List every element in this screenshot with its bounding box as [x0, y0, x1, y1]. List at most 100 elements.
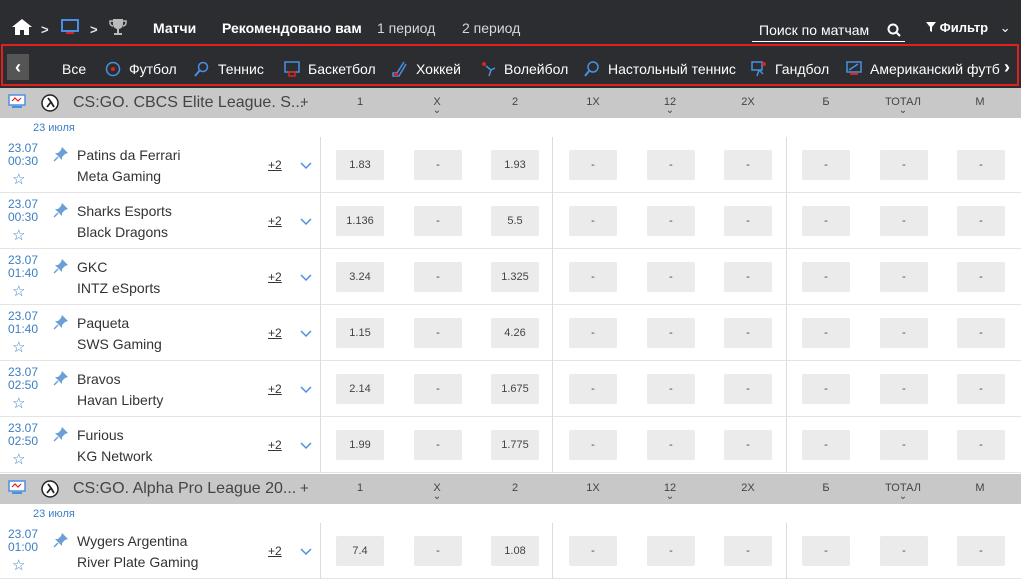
odds-button[interactable]: - [414, 150, 462, 180]
team-away[interactable]: INTZ eSports [77, 280, 160, 296]
star-icon[interactable]: ☆ [12, 284, 25, 299]
pin-icon[interactable] [53, 314, 69, 335]
sport-american-football[interactable]: Американский футб [846, 61, 1000, 77]
odds-button[interactable]: - [880, 262, 928, 292]
column-header[interactable]: ТОТАЛ ⌄ [873, 96, 933, 116]
league-header[interactable]: CS:GO. Alpha Pro League 20... + 1 X ⌄ 2 1… [0, 474, 1021, 504]
odds-button[interactable]: - [647, 150, 695, 180]
odds-button[interactable]: - [802, 318, 850, 348]
match-row[interactable]: 23.07 00:30 ☆ Patins da Ferrari Meta Gaming +… [0, 137, 1021, 193]
team-away[interactable]: Meta Gaming [77, 168, 161, 184]
sport-football[interactable]: Футбол [105, 61, 177, 77]
sport-table-tennis[interactable]: Настольный теннис [584, 61, 736, 77]
league-header[interactable]: CS:GO. CBCS Elite League. S... + 1 X ⌄ 2 … [0, 88, 1021, 118]
tab-matches[interactable]: Матчи [153, 20, 196, 36]
odds-button[interactable]: - [414, 536, 462, 566]
odds-button[interactable]: 1.93 [491, 150, 539, 180]
odds-button[interactable]: 1.08 [491, 536, 539, 566]
more-markets-link[interactable]: +2 [268, 270, 282, 284]
odds-button[interactable]: - [414, 206, 462, 236]
team-away[interactable]: Havan Liberty [77, 392, 163, 408]
more-markets-link[interactable]: +2 [268, 544, 282, 558]
odds-button[interactable]: - [957, 318, 1005, 348]
sport-all[interactable]: Все [62, 61, 86, 77]
sport-tennis[interactable]: Теннис [194, 61, 264, 77]
odds-button[interactable]: - [802, 150, 850, 180]
odds-button[interactable]: - [647, 318, 695, 348]
add-league-button[interactable]: + [300, 94, 309, 111]
odds-button[interactable]: - [414, 318, 462, 348]
team-home[interactable]: GKC [77, 259, 107, 275]
match-row[interactable]: 23.07 02:50 ☆ Furious KG Network +2 1.99-1.775… [0, 417, 1021, 473]
odds-button[interactable]: - [414, 374, 462, 404]
sport-volleyball[interactable]: Волейбол [480, 61, 568, 77]
trophy-icon[interactable] [108, 18, 128, 36]
odds-button[interactable]: - [880, 430, 928, 460]
odds-button[interactable]: - [569, 150, 617, 180]
chevron-down-icon[interactable] [300, 157, 312, 175]
odds-button[interactable]: - [569, 206, 617, 236]
pin-icon[interactable] [53, 202, 69, 223]
team-away[interactable]: River Plate Gaming [77, 554, 198, 570]
odds-button[interactable]: - [414, 262, 462, 292]
odds-button[interactable]: 1.83 [336, 150, 384, 180]
esports-icon[interactable] [60, 18, 80, 36]
column-header[interactable]: X ⌄ [407, 96, 467, 116]
odds-button[interactable]: - [880, 536, 928, 566]
chevron-down-icon[interactable] [300, 381, 312, 399]
odds-button[interactable]: - [880, 374, 928, 404]
team-home[interactable]: Furious [77, 427, 124, 443]
odds-button[interactable]: - [802, 206, 850, 236]
odds-button[interactable]: - [724, 318, 772, 348]
odds-button[interactable]: - [647, 262, 695, 292]
pin-icon[interactable] [53, 146, 69, 167]
odds-button[interactable]: - [880, 206, 928, 236]
sport-hockey[interactable]: Хоккей [392, 61, 461, 77]
odds-button[interactable]: - [724, 374, 772, 404]
chevron-down-icon[interactable] [300, 543, 312, 561]
scroll-left-button[interactable]: ‹ [7, 54, 29, 80]
odds-button[interactable]: - [957, 150, 1005, 180]
match-row[interactable]: 23.07 00:30 ☆ Sharks Esports Black Dragons +2… [0, 193, 1021, 249]
odds-button[interactable]: 1.136 [336, 206, 384, 236]
odds-button[interactable]: - [957, 206, 1005, 236]
column-header[interactable]: 12 ⌄ [640, 96, 700, 116]
odds-button[interactable]: - [569, 430, 617, 460]
tab-recommended[interactable]: Рекомендовано вам [222, 20, 362, 36]
odds-button[interactable]: 3.24 [336, 262, 384, 292]
odds-button[interactable]: - [802, 262, 850, 292]
team-away[interactable]: Black Dragons [77, 224, 168, 240]
add-league-button[interactable]: + [300, 480, 309, 497]
odds-button[interactable]: 1.15 [336, 318, 384, 348]
star-icon[interactable]: ☆ [12, 172, 25, 187]
star-icon[interactable]: ☆ [12, 396, 25, 411]
odds-button[interactable]: - [802, 374, 850, 404]
home-icon[interactable] [11, 18, 33, 36]
team-home[interactable]: Sharks Esports [77, 203, 172, 219]
odds-button[interactable]: - [957, 430, 1005, 460]
more-markets-link[interactable]: +2 [268, 326, 282, 340]
pin-icon[interactable] [53, 532, 69, 553]
chevron-down-icon[interactable] [300, 325, 312, 343]
match-row[interactable]: 23.07 01:40 ☆ GKC INTZ eSports +2 3.24-1.325- -… [0, 249, 1021, 305]
more-markets-link[interactable]: +2 [268, 214, 282, 228]
chevron-down-icon[interactable] [300, 437, 312, 455]
star-icon[interactable]: ☆ [12, 340, 25, 355]
odds-button[interactable]: 1.675 [491, 374, 539, 404]
team-home[interactable]: Bravos [77, 371, 121, 387]
search-input[interactable]: Поиск по матчам [752, 18, 905, 42]
more-markets-link[interactable]: +2 [268, 158, 282, 172]
odds-button[interactable]: 2.14 [336, 374, 384, 404]
odds-button[interactable]: - [569, 318, 617, 348]
pin-icon[interactable] [53, 370, 69, 391]
odds-button[interactable]: - [569, 536, 617, 566]
odds-button[interactable]: - [647, 206, 695, 236]
odds-button[interactable]: 1.99 [336, 430, 384, 460]
odds-button[interactable]: 5.5 [491, 206, 539, 236]
team-home[interactable]: Wygers Argentina [77, 533, 187, 549]
odds-button[interactable]: - [647, 430, 695, 460]
sport-basketball[interactable]: Баскетбол [284, 61, 376, 77]
odds-button[interactable]: - [569, 374, 617, 404]
match-row[interactable]: 23.07 01:40 ☆ Paqueta SWS Gaming +2 1.15-4.26-… [0, 305, 1021, 361]
odds-button[interactable]: - [802, 430, 850, 460]
